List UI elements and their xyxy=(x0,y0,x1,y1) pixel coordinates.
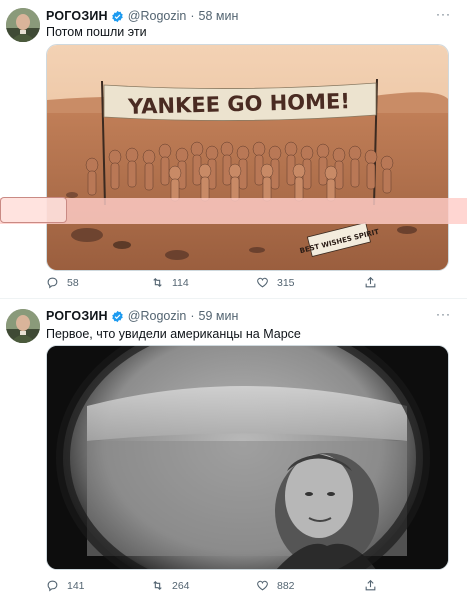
like-button[interactable]: 315 xyxy=(256,276,295,289)
tweet-text: Потом пошли эти xyxy=(46,25,147,39)
more-icon[interactable]: ··· xyxy=(436,307,451,321)
timestamp[interactable]: 58 мин xyxy=(199,9,239,23)
avatar[interactable] xyxy=(6,8,40,42)
retweet-button[interactable]: 114 xyxy=(151,276,189,289)
author-handle[interactable]: @Rogozin xyxy=(128,9,187,23)
reply-button[interactable]: 141 xyxy=(46,579,85,592)
tweet-header: РОГОЗИН @Rogozin · 58 мин xyxy=(46,8,238,24)
tweet-actions: 58 114 315 xyxy=(46,276,446,292)
retweet-icon xyxy=(153,277,162,288)
like-icon xyxy=(257,580,268,591)
like-button[interactable]: 882 xyxy=(256,579,295,592)
separator-dot: · xyxy=(190,9,195,23)
separator-dot: · xyxy=(190,309,195,323)
like-count: 882 xyxy=(277,579,295,592)
retweet-count: 264 xyxy=(172,579,190,592)
verified-badge-icon xyxy=(111,310,124,323)
reply-icon xyxy=(47,580,58,592)
tweet-actions: 141 264 882 xyxy=(46,579,446,595)
share-button[interactable] xyxy=(364,579,377,592)
author-name[interactable]: РОГОЗИН xyxy=(46,309,108,323)
more-icon[interactable]: ··· xyxy=(436,7,451,21)
share-icon xyxy=(365,276,376,288)
fisheye-photo-image xyxy=(47,346,448,569)
tweet-image[interactable] xyxy=(46,345,449,570)
avatar[interactable] xyxy=(6,309,40,343)
tweet-text: Первое, что увидели американцы на Марсе xyxy=(46,327,301,341)
mars-aliens-image: YANKEE GO HOME! BEST WISHES SPIRIT xyxy=(47,45,448,270)
tweet-header: РОГОЗИН @Rogozin · 59 мин xyxy=(46,308,238,324)
reply-icon xyxy=(47,277,58,289)
verified-badge-icon xyxy=(111,10,124,23)
reply-button[interactable]: 58 xyxy=(46,276,79,289)
tweet-1[interactable]: РОГОЗИН @Rogozin · 58 мин ··· Потом пошл… xyxy=(0,0,467,298)
highlight-box xyxy=(0,197,67,223)
share-button[interactable] xyxy=(364,276,377,289)
timestamp[interactable]: 59 мин xyxy=(199,309,239,323)
reply-count: 141 xyxy=(67,579,85,592)
retweet-count: 114 xyxy=(172,276,189,289)
author-handle[interactable]: @Rogozin xyxy=(128,309,187,323)
like-count: 315 xyxy=(277,276,295,289)
tweet-2[interactable]: РОГОЗИН @Rogozin · 59 мин ··· Первое, чт… xyxy=(0,299,467,600)
like-icon xyxy=(257,277,268,288)
retweet-icon xyxy=(153,580,162,591)
share-icon xyxy=(365,579,376,591)
highlight-overlay xyxy=(0,198,467,224)
tweet-image[interactable]: YANKEE GO HOME! BEST WISHES SPIRIT xyxy=(46,44,449,271)
reply-count: 58 xyxy=(67,276,79,289)
author-name[interactable]: РОГОЗИН xyxy=(46,9,108,23)
retweet-button[interactable]: 264 xyxy=(151,579,190,592)
